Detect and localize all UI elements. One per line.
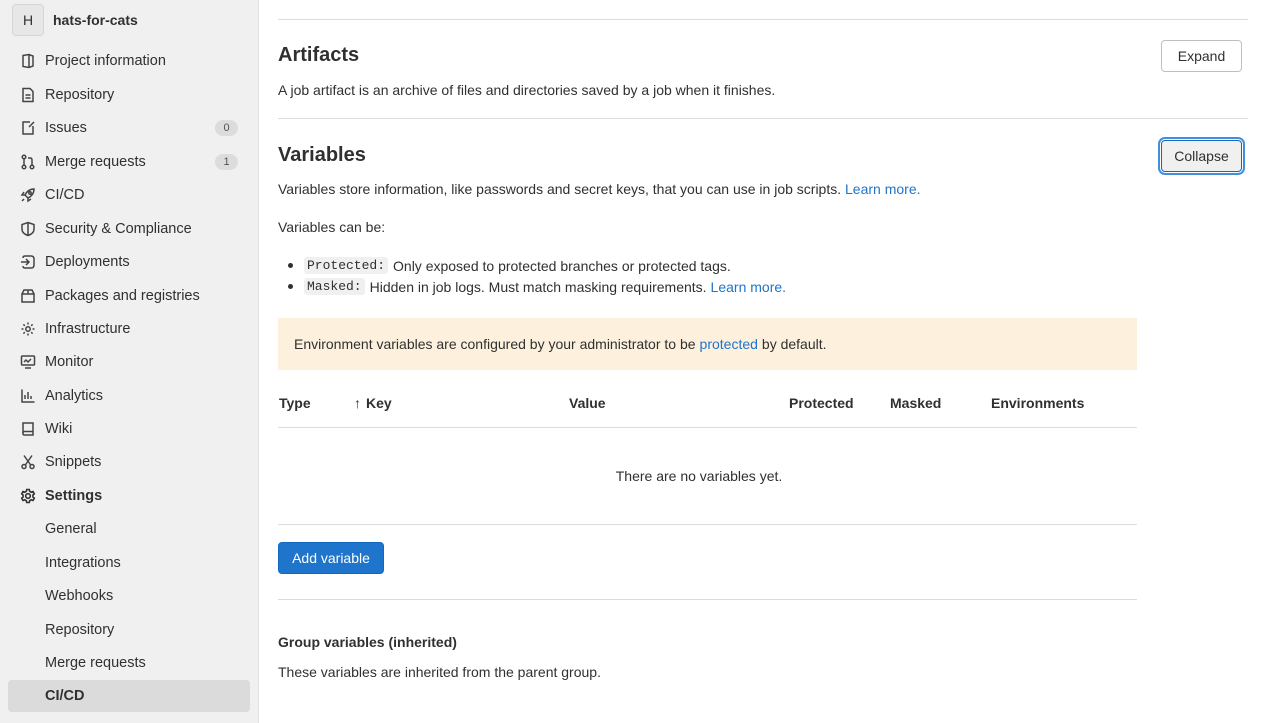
sidebar-item-label: Wiki	[45, 421, 73, 437]
column-header-value: Value	[569, 395, 606, 411]
settings-sub-repository[interactable]: Repository	[8, 614, 250, 646]
masked-learn-more-link[interactable]: Learn more.	[711, 279, 786, 295]
package-icon	[20, 288, 36, 304]
variables-learn-more-link[interactable]: Learn more.	[845, 181, 920, 197]
settings-sub-cicd[interactable]: CI/CD	[8, 680, 250, 712]
sidebar-item-issues[interactable]: Issues 0	[8, 113, 250, 143]
artifacts-description: A job artifact is an archive of files an…	[278, 82, 776, 98]
variables-collapse-button[interactable]: Collapse	[1161, 140, 1242, 172]
app-root: H hats-for-cats Project information Repo…	[0, 0, 1263, 723]
sidebar-item-snippets[interactable]: Snippets	[8, 447, 250, 477]
sidebar-item-label: CI/CD	[45, 187, 85, 203]
alert-protected-link[interactable]: protected	[700, 336, 758, 352]
sidebar-item-cicd[interactable]: CI/CD	[8, 180, 250, 210]
column-header-masked: Masked	[890, 395, 942, 411]
git-merge-icon	[20, 154, 36, 170]
sidebar-item-label: Security & Compliance	[45, 221, 192, 237]
sidebar-item-repository[interactable]: Repository	[8, 80, 250, 110]
group-variables-description: These variables are inherited from the p…	[278, 664, 601, 680]
sidebar-item-infrastructure[interactable]: Infrastructure	[8, 314, 250, 344]
divider	[278, 599, 1137, 600]
sidebar-item-analytics[interactable]: Analytics	[8, 381, 250, 411]
sidebar-item-label: Settings	[45, 488, 103, 504]
variables-can-be: Variables can be:	[278, 219, 386, 235]
masked-code: Masked:	[304, 278, 365, 295]
project-avatar: H	[12, 4, 44, 36]
artifacts-expand-button[interactable]: Expand	[1161, 40, 1242, 72]
variables-description: Variables store information, like passwo…	[278, 181, 921, 197]
column-header-type: Type	[279, 395, 311, 411]
monitor-icon	[20, 354, 36, 370]
column-header-environments: Environments	[991, 395, 1085, 411]
snippet-icon	[20, 454, 36, 470]
alert-text-after: by default.	[761, 336, 827, 352]
variables-description-text: Variables store information, like passwo…	[278, 181, 842, 197]
protected-code: Protected:	[304, 257, 389, 274]
sidebar-item-packages-registries[interactable]: Packages and registries	[8, 281, 250, 311]
sidebar-item-label: Repository	[45, 87, 115, 103]
sort-ascending-icon: ↑	[354, 395, 361, 411]
sidebar-item-deployments[interactable]: Deployments	[8, 247, 250, 277]
settings-sub-general[interactable]: General	[8, 513, 250, 545]
sidebar-item-wiki[interactable]: Wiki	[8, 414, 250, 444]
protected-text: Only exposed to protected branches or pr…	[393, 257, 731, 274]
settings-sub-integrations[interactable]: Integrations	[8, 547, 250, 579]
sidebar-item-settings[interactable]: Settings	[8, 481, 250, 511]
issues-count-badge: 0	[215, 120, 238, 136]
rocket-icon	[20, 187, 36, 203]
main-content: Artifacts A job artifact is an archive o…	[278, 0, 1248, 723]
sidebar-item-security-compliance[interactable]: Security & Compliance	[8, 214, 250, 244]
sidebar-item-label: Project information	[45, 53, 166, 69]
settings-icon	[20, 488, 36, 504]
project-header[interactable]: H hats-for-cats	[12, 4, 138, 36]
masked-text: Hidden in job logs. Must match masking r…	[369, 278, 707, 295]
sidebar-item-label: Deployments	[45, 254, 130, 270]
sidebar-item-merge-requests[interactable]: Merge requests 1	[8, 147, 250, 177]
variables-title: Variables	[278, 144, 366, 166]
divider	[278, 118, 1248, 119]
artifacts-title: Artifacts	[278, 44, 360, 66]
add-variable-button[interactable]: Add variable	[278, 542, 384, 574]
issues-icon	[20, 120, 36, 136]
project-icon	[20, 53, 36, 69]
column-header-protected: Protected	[789, 395, 854, 411]
group-variables-title: Group variables (inherited)	[278, 634, 457, 650]
alert-text-before: Environment variables are configured by …	[294, 336, 696, 352]
sidebar-item-label: Snippets	[45, 454, 102, 470]
sidebar-item-label: Issues	[45, 120, 87, 136]
divider	[278, 19, 1248, 20]
sidebar-item-label: Analytics	[45, 388, 104, 404]
sidebar-item-label: Infrastructure	[45, 321, 131, 337]
sidebar: H hats-for-cats Project information Repo…	[0, 0, 259, 723]
list-item: Masked: Hidden in job logs. Must match m…	[287, 276, 786, 297]
column-header-key[interactable]: ↑ Key	[354, 395, 392, 411]
settings-sub-webhooks[interactable]: Webhooks	[8, 580, 250, 612]
cloud-gear-icon	[20, 321, 36, 337]
column-header-key-label: Key	[366, 395, 392, 411]
table-bottom-divider	[278, 524, 1137, 525]
empty-state-text: There are no variables yet.	[615, 468, 783, 484]
sidebar-item-label: Merge requests	[45, 154, 146, 170]
sidebar-item-project-information[interactable]: Project information	[8, 46, 250, 76]
sidebar-item-monitor[interactable]: Monitor	[8, 347, 250, 377]
variables-options-list: Protected: Only exposed to protected bra…	[287, 255, 786, 297]
book-icon	[20, 421, 36, 437]
protected-variables-alert: Environment variables are configured by …	[278, 318, 1137, 370]
shield-icon	[20, 221, 36, 237]
sidebar-item-label: Monitor	[45, 354, 94, 370]
settings-sub-merge-requests[interactable]: Merge requests	[8, 647, 250, 679]
chart-icon	[20, 388, 36, 404]
merge-requests-count-badge: 1	[215, 154, 238, 170]
doc-text-icon	[20, 87, 36, 103]
sidebar-item-label: Packages and registries	[45, 288, 200, 304]
list-item: Protected: Only exposed to protected bra…	[287, 255, 786, 276]
project-name: hats-for-cats	[53, 12, 138, 28]
table-header-divider	[278, 427, 1137, 428]
deployments-icon	[20, 254, 36, 270]
